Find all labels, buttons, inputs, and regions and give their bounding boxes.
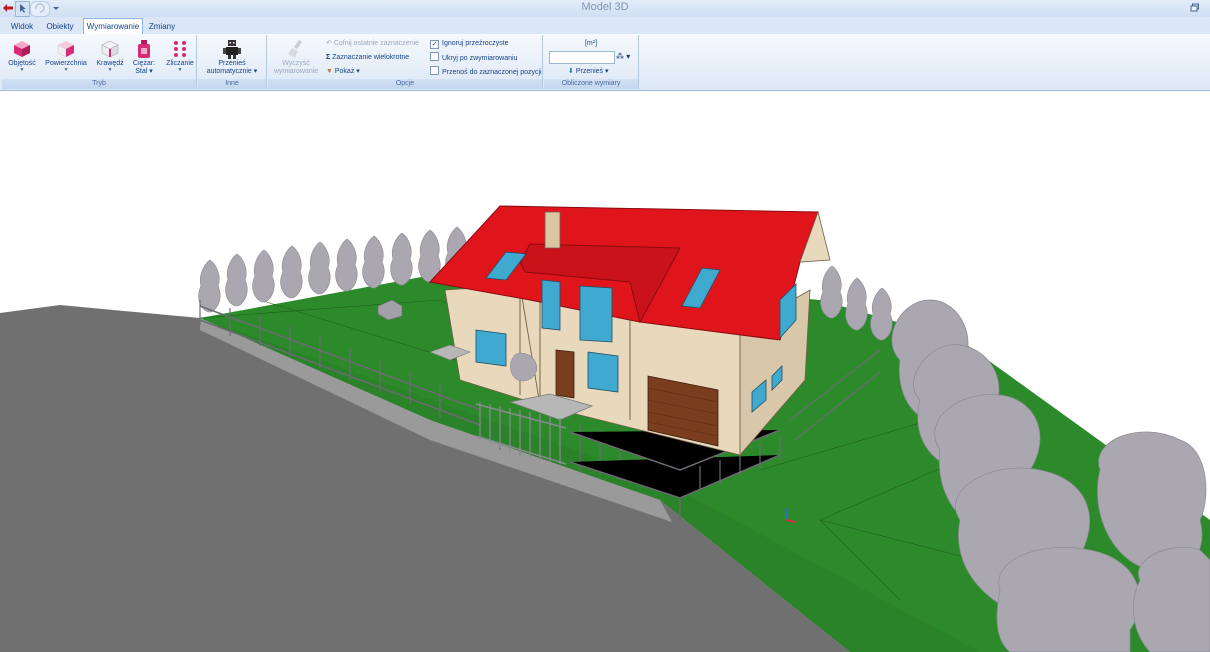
zaznaczanie-wielokrotne-button[interactable]: Σ Zaznaczanie wielokrotne — [326, 52, 409, 63]
przenies-button[interactable]: ⬇ Przenieś ▾ — [568, 66, 609, 77]
undo-selection-icon: ↶ — [326, 40, 334, 47]
volume-cube-icon — [14, 41, 30, 57]
cofnij-button[interactable]: ↶ Cofnij ostatnie zaznaczenie — [326, 38, 419, 49]
robot-icon — [223, 40, 241, 59]
edge-cube-icon — [101, 40, 119, 58]
unit-label: [m²] — [584, 40, 598, 47]
tab-zmiany[interactable]: Zmiany — [145, 19, 179, 34]
result-field[interactable] — [549, 51, 615, 64]
przenos-checkbox[interactable]: Przenoś do zaznaczonej pozycji — [430, 66, 542, 77]
ciezar-button[interactable]: Ciężar: Stal ▾ — [124, 37, 164, 79]
weight-icon — [138, 40, 150, 58]
front-door — [555, 349, 575, 399]
3d-viewport[interactable] — [0, 91, 1210, 652]
wyczysc-line2: wymiarowanie — [273, 68, 319, 75]
objetosc-button[interactable]: Objętość ▼ — [2, 37, 42, 79]
dropdown-arrow-icon: ▼ — [19, 67, 25, 73]
funnel-icon: ▼ — [326, 68, 335, 75]
dropdown-arrow-icon: ▼ — [177, 67, 183, 73]
przenies-line1: Przenieś — [218, 60, 246, 67]
down-arrow-icon: ⬇ — [568, 68, 576, 75]
zliczanie-button[interactable]: Zliczanie ▼ — [160, 37, 200, 79]
przenies-line2: automatycznie ▾ — [206, 68, 258, 75]
ciezar-material-label: Stal ▾ — [135, 68, 153, 75]
restore-icon[interactable] — [1190, 3, 1200, 13]
ukryj-checkbox[interactable]: Ukryj po zwymiarowaniu — [430, 52, 517, 63]
checkbox-icon — [430, 52, 439, 61]
title-bar: Model 3D — [0, 0, 1210, 18]
dropdown-arrow-icon: ▼ — [63, 67, 69, 73]
powierzchnia-button[interactable]: Powierzchnia ▼ — [44, 37, 88, 79]
pokaz-button[interactable]: ▼ Pokaż ▾ — [326, 66, 360, 77]
checkbox-icon — [430, 66, 439, 75]
group-tryb: Objętość ▼ Powierzchnia ▼ Krawędź ▼ Cięż… — [2, 35, 197, 89]
group-obliczone-wymiary: [m²] ⁂ ▾ ⬇ Przenieś ▾ Obliczone wymiary — [544, 35, 639, 89]
group-opcje: Wyczyść wymiarowanie ↶ Cofnij ostatnie z… — [268, 35, 543, 89]
group-inne: Przenieś automatycznie ▾ Inne — [198, 35, 267, 89]
tab-widok[interactable]: Widok — [5, 19, 39, 34]
count-dots-icon — [174, 41, 186, 57]
checkbox-checked-icon: ✓ — [430, 40, 439, 49]
wyczysc-line1: Wyczyść — [282, 60, 310, 67]
group-label-tryb: Tryb — [2, 79, 196, 89]
group-label-inne: Inne — [198, 79, 266, 89]
ciezar-label: Ciężar: — [132, 60, 156, 67]
house-3d-model[interactable] — [0, 91, 1210, 652]
ignoruj-checkbox[interactable]: ✓ Ignoruj przeźroczyste — [430, 38, 509, 49]
group-label-obliczone: Obliczone wymiary — [544, 79, 638, 89]
wyczysc-wymiarowanie-button[interactable]: Wyczyść wymiarowanie — [272, 37, 320, 79]
ribbon-tabs: Widok Obiekty Wymiarowanie Zmiany — [0, 17, 1210, 35]
calculator-icon: ⁂ — [616, 52, 624, 61]
ribbon: Objętość ▼ Powierzchnia ▼ Krawędź ▼ Cięż… — [0, 34, 1210, 91]
broom-icon — [288, 40, 302, 58]
przenies-automatycznie-button[interactable]: Przenieś automatycznie ▾ — [202, 37, 262, 79]
calc-options-button[interactable]: ⁂ ▾ — [616, 51, 630, 62]
tab-obiekty[interactable]: Obiekty — [41, 19, 79, 34]
window-title: Model 3D — [581, 1, 629, 13]
tab-wymiarowanie[interactable]: Wymiarowanie — [83, 18, 143, 35]
chimney — [544, 211, 561, 249]
group-label-opcje: Opcje — [268, 79, 542, 89]
surface-cube-icon — [57, 41, 74, 58]
